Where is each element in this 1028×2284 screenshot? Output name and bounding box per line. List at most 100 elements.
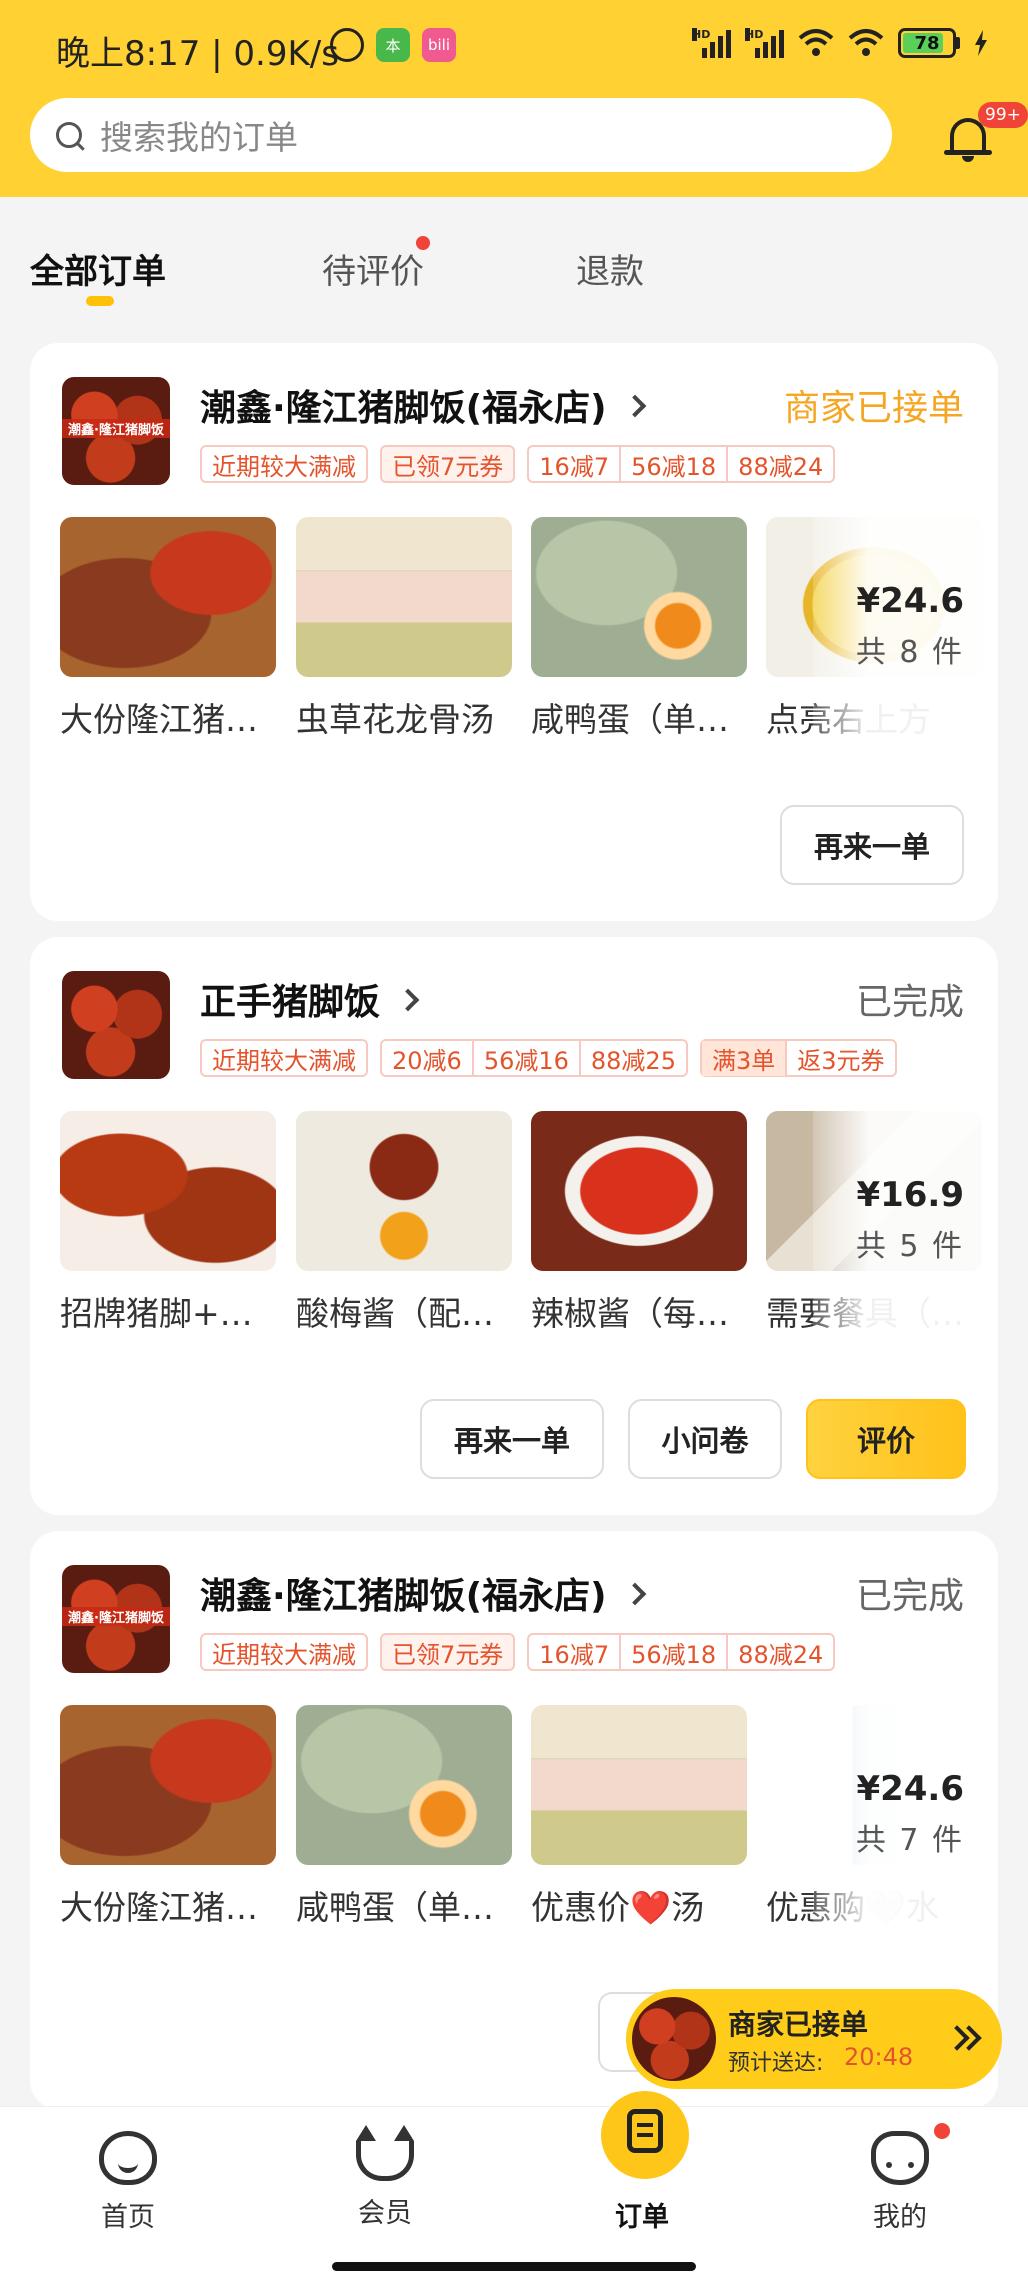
order-item: 辣椒酱（每份）	[531, 1111, 747, 1335]
food-image	[296, 1111, 512, 1271]
shop-thumbnail[interactable]: 潮鑫·隆江猪脚饭	[62, 377, 170, 485]
shop-name-text: 潮鑫·隆江猪脚饭(福永店)	[200, 388, 607, 429]
promo-tags: 近期较大满减 20减6 56减16 88减25 满3单 返3元券	[200, 1039, 897, 1077]
order-price: ¥16.9	[856, 1175, 964, 1215]
status-time: 晚上8:17 | 0.9K/s	[56, 34, 339, 74]
header: 晚上8:17 | 0.9K/s 本 bili HD HD 78 搜索我的订单 9…	[0, 0, 1028, 197]
wifi-icon	[798, 29, 834, 56]
shop-name-text: 潮鑫·隆江猪脚饭(福永店)	[200, 1576, 607, 1617]
shop-thumbnail-label: 潮鑫·隆江猪脚饭	[62, 419, 170, 438]
food-image	[531, 517, 747, 677]
battery-icon: 78	[898, 28, 956, 58]
item-name: 大份隆江猪脚饭	[60, 700, 276, 739]
item-name: 虫草花龙骨汤	[296, 700, 494, 739]
alarm-icon	[330, 28, 364, 62]
order-card[interactable]: 潮鑫·隆江猪脚饭 潮鑫·隆江猪脚饭(福永店) 商家已接单 近期较大满减 已领7元…	[30, 343, 998, 921]
tab-unread-dot	[416, 236, 430, 250]
food-image	[60, 1705, 276, 1865]
order-item: 咸鸭蛋（单个）	[531, 517, 747, 741]
search-icon	[56, 122, 82, 148]
order-status: 商家已接单	[783, 388, 964, 429]
discount-tag: 16减7 56减18 88减24	[527, 445, 836, 483]
reorder-button[interactable]: 再来一单	[780, 805, 964, 885]
tab-to-review[interactable]: 待评价	[322, 244, 424, 293]
shop-name[interactable]: 潮鑫·隆江猪脚饭(福永店)	[200, 379, 646, 431]
promo-tag: 近期较大满减	[200, 1039, 368, 1077]
order-item: 咸鸭蛋（单个）	[296, 1705, 512, 1929]
promo-tags: 近期较大满减 已领7元券 16减7 56减18 88减24	[200, 1633, 836, 1671]
food-image	[296, 517, 512, 677]
item-name: 咸鸭蛋（单个）	[296, 1888, 512, 1927]
shop-thumbnail[interactable]	[62, 971, 170, 1079]
tab-all-orders[interactable]: 全部订单	[30, 244, 166, 293]
price-summary: ¥24.6 共 7 件	[856, 1769, 964, 1859]
food-image	[60, 517, 276, 677]
nav-label: 首页	[101, 2202, 155, 2233]
home-indicator[interactable]	[332, 2262, 696, 2271]
mine-icon	[871, 2131, 929, 2185]
reorder-button[interactable]: 再来一单	[420, 1399, 604, 1479]
charging-icon	[975, 30, 987, 56]
item-count: 共 5 件	[855, 1229, 964, 1264]
nav-member[interactable]: 会员	[325, 2125, 445, 2230]
item-name: 酸梅酱（配烧鸭）	[296, 1294, 512, 1333]
promo-tag: 近期较大满减	[200, 445, 368, 483]
nav-orders[interactable]: 订单	[582, 2091, 702, 2234]
order-item: 招牌猪脚+烧鸭饭	[60, 1111, 276, 1335]
banner-title: 商家已接单	[728, 2008, 869, 2041]
signal-icon-2: HD	[745, 28, 784, 58]
member-icon	[356, 2125, 414, 2181]
wifi-icon-2	[848, 29, 884, 56]
hd-label-2: HD	[745, 28, 764, 41]
food-image	[531, 1111, 747, 1271]
nav-home[interactable]: 首页	[68, 2131, 188, 2234]
signal-icon: HD	[692, 28, 731, 58]
live-order-banner[interactable]: 商家已接单 预计送达: 20:48	[626, 1989, 1002, 2089]
review-button[interactable]: 评价	[806, 1399, 966, 1479]
item-name: 大份隆江猪脚饭	[60, 1888, 276, 1927]
order-status: 已完成	[855, 1576, 964, 1617]
tab-indicator	[86, 296, 114, 306]
promo-tags: 近期较大满减 已领7元券 16减7 56减18 88减24	[200, 445, 836, 483]
tab-refund[interactable]: 退款	[576, 244, 644, 293]
item-name: 优惠价❤️汤	[531, 1888, 705, 1927]
food-image	[60, 1111, 276, 1271]
app-badge-icon: 本	[376, 28, 410, 62]
order-item: 优惠价❤️汤	[531, 1705, 747, 1929]
nav-mine[interactable]: 我的	[840, 2131, 960, 2234]
order-item: 大份隆江猪脚饭	[60, 517, 276, 741]
shop-name[interactable]: 正手猪脚饭	[200, 973, 420, 1025]
order-card[interactable]: 正手猪脚饭 已完成 近期较大满减 20减6 56减16 88减25 满3单 返3元券 …	[30, 937, 998, 1515]
price-summary: ¥24.6 共 8 件	[856, 581, 964, 671]
bilibili-icon: bili	[422, 28, 456, 62]
coupon-tag: 已领7元券	[380, 445, 516, 483]
order-item: 酸梅酱（配烧鸭）	[296, 1111, 512, 1335]
order-item: 虫草花龙骨汤	[296, 517, 512, 741]
notification-badge: 99+	[978, 102, 1028, 128]
price-summary: ¥16.9 共 5 件	[856, 1175, 964, 1265]
coupon-tag: 已领7元券	[380, 1633, 516, 1671]
bottom-nav: 首页 会员 订单 我的	[0, 2091, 1028, 2284]
double-chevron-right-icon	[944, 2021, 984, 2057]
home-icon	[99, 2131, 157, 2185]
chevron-right-icon	[623, 394, 646, 418]
shop-name[interactable]: 潮鑫·隆江猪脚饭(福永店)	[200, 1567, 646, 1619]
item-name: 咸鸭蛋（单个）	[531, 700, 747, 739]
food-image	[531, 1705, 747, 1865]
nav-label: 会员	[358, 2198, 412, 2229]
banner-thumbnail	[632, 1997, 716, 2081]
order-item: 大份隆江猪脚饭	[60, 1705, 276, 1929]
nav-label: 我的	[873, 2202, 927, 2233]
item-count: 共 8 件	[855, 635, 964, 670]
item-name: 辣椒酱（每份）	[531, 1294, 747, 1333]
survey-button[interactable]: 小问卷	[628, 1399, 782, 1479]
shop-thumbnail[interactable]: 潮鑫·隆江猪脚饭	[62, 1565, 170, 1673]
discount-tag: 20减6 56减16 88减25	[380, 1039, 688, 1077]
discount-tag: 16减7 56减18 88减24	[527, 1633, 836, 1671]
search-input[interactable]: 搜索我的订单	[30, 98, 892, 172]
unread-dot	[932, 2121, 952, 2141]
cashback-tag: 满3单 返3元券	[699, 1039, 897, 1077]
item-count: 共 7 件	[855, 1823, 964, 1858]
system-icons: HD HD 78	[692, 28, 988, 58]
shop-thumbnail-label: 潮鑫·隆江猪脚饭	[62, 1607, 170, 1626]
